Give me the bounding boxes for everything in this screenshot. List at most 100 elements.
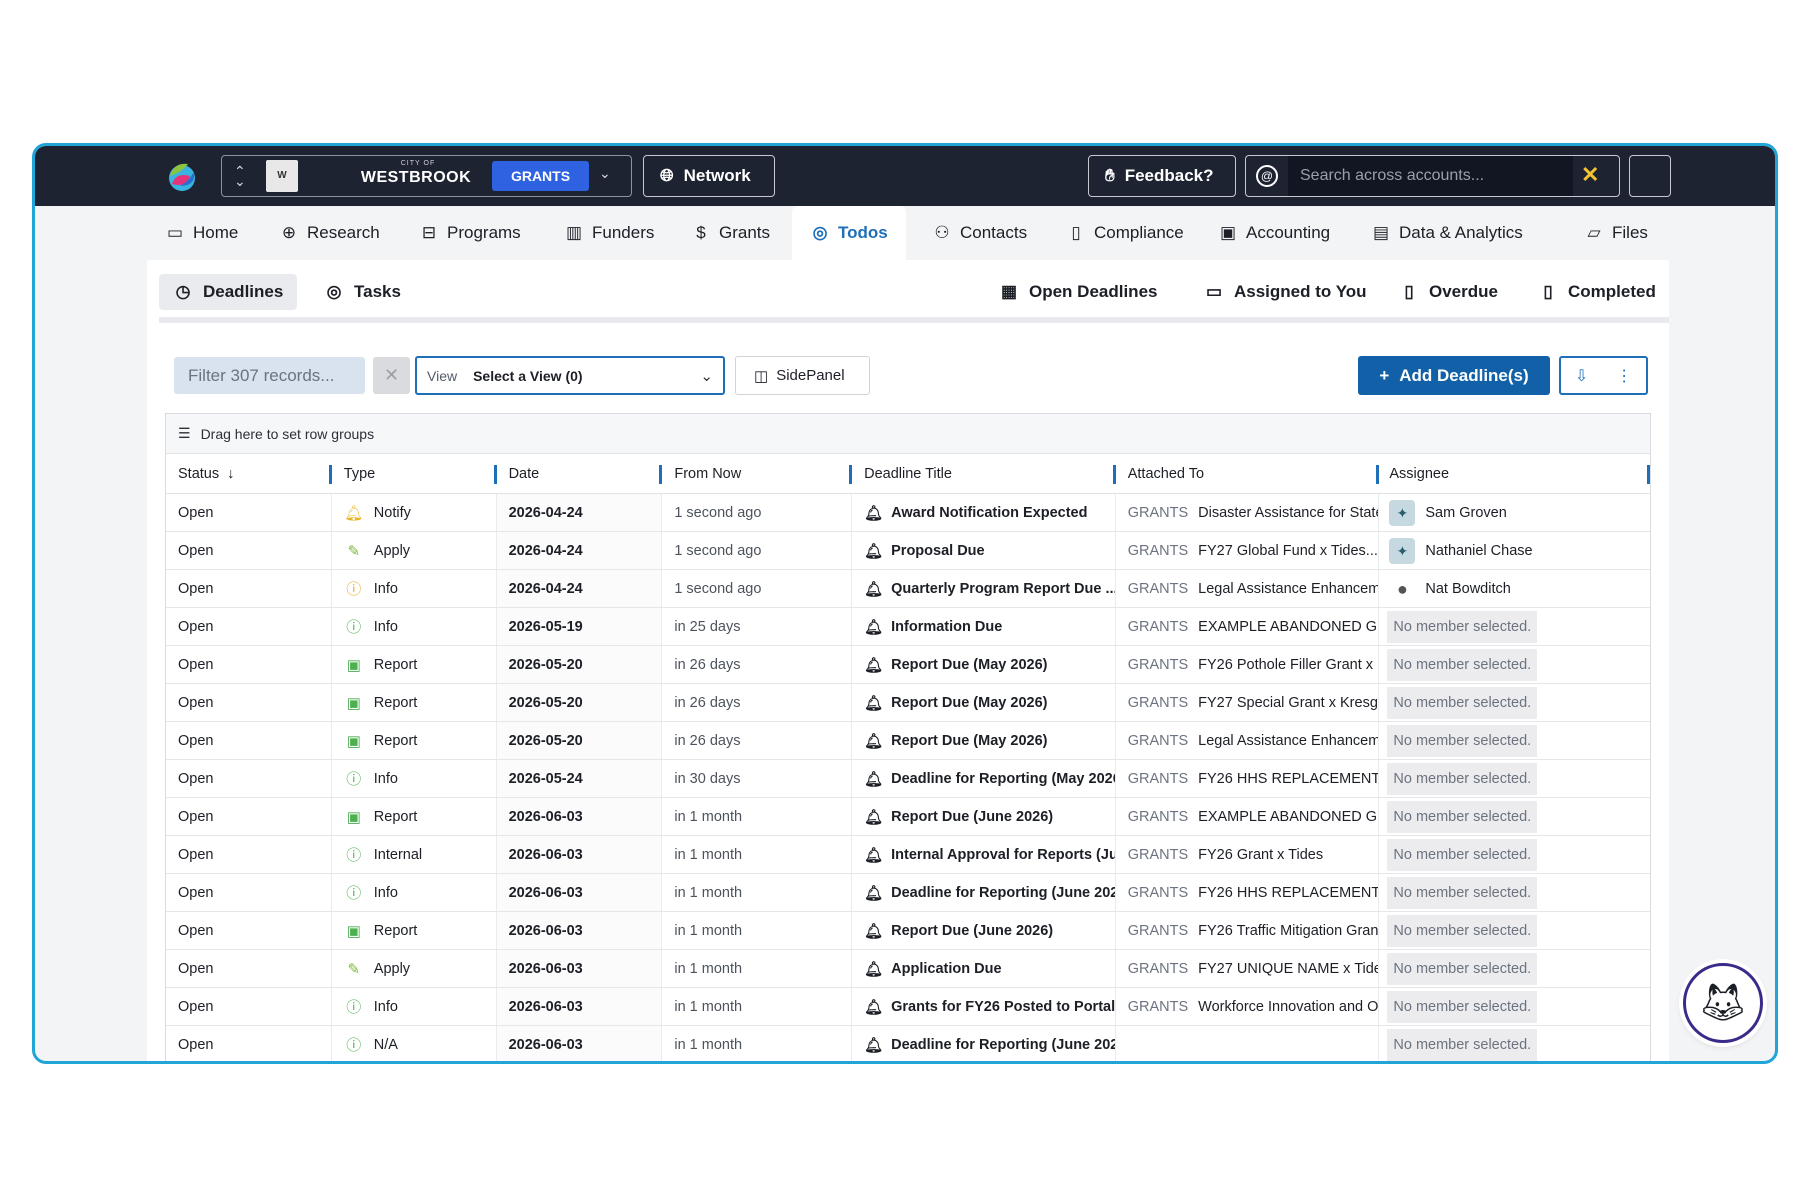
nav-files[interactable]: ▱ Files (1584, 206, 1647, 260)
attached-to-cell[interactable]: GRANTS Disaster Assistance for State (1116, 494, 1380, 531)
assistant-fox-button[interactable]: 🦊︎ (1683, 963, 1763, 1043)
assignee-cell[interactable]: No member selected. (1379, 912, 1650, 949)
table-row[interactable]: Open ▣ Report 2026-05-20 in 26 days 🔔︎ Report … (166, 646, 1650, 684)
title-cell[interactable]: 🔔︎ Application Due (852, 950, 1116, 987)
title-cell[interactable]: 🔔︎ Report Due (May 2026) (852, 646, 1116, 683)
assignee-cell[interactable]: ● Nat Bowditch (1379, 570, 1650, 607)
user-avatar[interactable] (1629, 155, 1671, 197)
title-cell[interactable]: 🔔︎ Report Due (May 2026) (852, 722, 1116, 759)
column-header-title[interactable]: Deadline Title (852, 454, 1116, 493)
tab-tasks[interactable]: ◎ Tasks (310, 274, 415, 310)
clear-search-icon[interactable]: ✕ (1581, 162, 1599, 188)
attached-to-cell[interactable]: GRANTS FY27 UNIQUE NAME x Tides (1116, 950, 1380, 987)
title-cell[interactable]: 🔔︎ Grants for FY26 Posted to Portal (852, 988, 1116, 1025)
table-row[interactable]: Open ⓘ Internal 2026-06-03 in 1 month 🔔︎ Inter… (166, 836, 1650, 874)
title-cell[interactable]: 🔔︎ Report Due (June 2026) (852, 912, 1116, 949)
column-header-date[interactable]: Date (496, 454, 663, 493)
chevron-down-icon[interactable]: ⌄ (599, 165, 611, 182)
assignee-cell[interactable]: No member selected. (1379, 836, 1650, 873)
assignee-cell[interactable]: No member selected. (1379, 988, 1650, 1025)
attached-to-cell[interactable]: GRANTS FY26 Traffic Mitigation Grant (1116, 912, 1380, 949)
assignee-cell[interactable]: No member selected. (1379, 684, 1650, 721)
column-header-assignee[interactable]: Assignee (1379, 454, 1650, 493)
export-menu[interactable]: ⇩ ⋮ (1559, 356, 1648, 395)
sidepanel-button[interactable]: ◫ SidePanel (735, 356, 870, 395)
cloud-download-icon[interactable]: ⇩ (1575, 366, 1588, 386)
attached-to-cell[interactable]: GRANTS Legal Assistance Enhancement (1116, 722, 1380, 759)
table-row[interactable]: Open ▣ Report 2026-05-20 in 26 days 🔔︎ Report … (166, 722, 1650, 760)
add-deadline-button[interactable]: + Add Deadline(s) (1358, 356, 1550, 395)
title-cell[interactable]: 🔔︎ Deadline for Reporting (June 2026) (852, 1026, 1116, 1061)
table-row[interactable]: Open ✎ Apply 2026-06-03 in 1 month 🔔︎ Applicat… (166, 950, 1650, 988)
more-vertical-icon[interactable]: ⋮ (1616, 366, 1632, 386)
table-row[interactable]: Open ⓘ N/A 2026-06-03 in 1 month 🔔︎ Deadline f… (166, 1026, 1650, 1061)
filter-input[interactable]: Filter 307 records... (174, 357, 365, 394)
table-row[interactable]: Open ⓘ Info 2026-06-03 in 1 month 🔔︎ Deadline … (166, 874, 1650, 912)
attached-to-cell[interactable]: GRANTS FY27 Global Fund x Tides... (1116, 532, 1380, 569)
view-select[interactable]: View Select a View (0) ⌄ (415, 356, 725, 395)
grants-badge[interactable]: GRANTS (492, 161, 589, 191)
assignee-cell[interactable]: No member selected. (1379, 798, 1650, 835)
assignee-cell[interactable]: ✦ Nathaniel Chase (1379, 532, 1650, 569)
column-header-type[interactable]: Type (332, 454, 497, 493)
title-cell[interactable]: 🔔︎ Report Due (June 2026) (852, 798, 1116, 835)
attached-to-cell[interactable]: GRANTS FY26 Pothole Filler Grant x (1116, 646, 1380, 683)
assignee-cell[interactable]: No member selected. (1379, 874, 1650, 911)
nav-todos[interactable]: ◎ Todos (792, 206, 906, 260)
filter-overdue[interactable]: ▯ Overdue (1399, 274, 1498, 310)
attached-to-cell[interactable]: GRANTS FY26 HHS REPLACEMENT... (1116, 760, 1380, 797)
assignee-cell[interactable]: No member selected. (1379, 760, 1650, 797)
table-row[interactable]: Open ▣ Report 2026-06-03 in 1 month 🔔︎ Report … (166, 912, 1650, 950)
clear-filter-button[interactable]: ✕ (373, 357, 410, 394)
filter-assigned-to-you[interactable]: ▭ Assigned to You (1204, 274, 1367, 310)
table-row[interactable]: Open 🔔︎ Notify 2026-04-24 1 second ago 🔔︎ Awar… (166, 494, 1650, 532)
search-input[interactable]: Search across accounts... (1288, 156, 1573, 196)
column-header-status[interactable]: Status ↓ (166, 454, 332, 493)
assignee-cell[interactable]: ✦ Sam Groven (1379, 494, 1650, 531)
title-cell[interactable]: 🔔︎ Information Due (852, 608, 1116, 645)
title-cell[interactable]: 🔔︎ Proposal Due (852, 532, 1116, 569)
table-row[interactable]: Open ▣ Report 2026-06-03 in 1 month 🔔︎ Report … (166, 798, 1650, 836)
sort-down-icon[interactable]: ↓ (227, 466, 234, 482)
title-cell[interactable]: 🔔︎ Report Due (May 2026) (852, 684, 1116, 721)
table-row[interactable]: Open ✎ Apply 2026-04-24 1 second ago 🔔︎ Propos… (166, 532, 1650, 570)
network-button[interactable]: 🌐︎ Network (643, 155, 775, 197)
attached-to-cell[interactable]: GRANTS FY26 HHS REPLACEMENT... (1116, 874, 1380, 911)
assignee-cell[interactable]: No member selected. (1379, 608, 1650, 645)
column-header-from-now[interactable]: From Now (662, 454, 852, 493)
assignee-cell[interactable]: No member selected. (1379, 646, 1650, 683)
assignee-cell[interactable]: No member selected. (1379, 722, 1650, 759)
nav-research[interactable]: ⊕ Research (279, 206, 380, 260)
column-header-attached-to[interactable]: Attached To (1116, 454, 1380, 493)
global-search[interactable]: @ Search across accounts... ✕ (1245, 155, 1620, 197)
title-cell[interactable]: 🔔︎ Deadline for Reporting (May 2026) (852, 760, 1116, 797)
filter-completed[interactable]: ▯ Completed (1538, 274, 1656, 310)
nav-grants[interactable]: $ Grants (691, 206, 770, 260)
title-cell[interactable]: 🔔︎ Quarterly Program Report Due ... (852, 570, 1116, 607)
feedback-button[interactable]: ✋︎ Feedback? (1088, 155, 1236, 197)
nav-funders[interactable]: ▥ Funders (564, 206, 654, 260)
attached-to-cell[interactable]: GRANTS FY26 Grant x Tides (1116, 836, 1380, 873)
row-group-drop-zone[interactable]: ☰ Drag here to set row groups (166, 414, 1650, 454)
nav-home[interactable]: ▭ Home (165, 206, 238, 260)
attached-to-cell[interactable]: GRANTS EXAMPLE ABANDONED GRANT (1116, 608, 1380, 645)
table-row[interactable]: Open ⓘ Info 2026-06-03 in 1 month 🔔︎ Grants fo… (166, 988, 1650, 1026)
account-switcher[interactable]: ⌃ ⌄ W CITY OF WESTBROOK GRANTS ⌄ (221, 155, 632, 197)
nav-contacts[interactable]: ⚇ Contacts (932, 206, 1027, 260)
attached-to-cell[interactable]: GRANTS EXAMPLE ABANDONED GRANT (1116, 798, 1380, 835)
table-row[interactable]: Open ⓘ Info 2026-04-24 1 second ago 🔔︎ Quarter… (166, 570, 1650, 608)
assignee-cell[interactable]: No member selected. (1379, 1026, 1650, 1061)
title-cell[interactable]: 🔔︎ Internal Approval for Reports (June (852, 836, 1116, 873)
tab-deadlines[interactable]: ◷ Deadlines (159, 274, 298, 310)
assignee-cell[interactable]: No member selected. (1379, 950, 1650, 987)
nav-compliance[interactable]: ▯ Compliance (1066, 206, 1183, 260)
attached-to-cell[interactable] (1116, 1026, 1380, 1061)
app-logo-icon[interactable] (162, 156, 202, 196)
filter-open-deadlines[interactable]: ▦ Open Deadlines (999, 274, 1158, 310)
title-cell[interactable]: 🔔︎ Award Notification Expected (852, 494, 1116, 531)
table-row[interactable]: Open ⓘ Info 2026-05-19 in 25 days 🔔︎ Informati… (166, 608, 1650, 646)
title-cell[interactable]: 🔔︎ Deadline for Reporting (June 2026) (852, 874, 1116, 911)
nav-accounting[interactable]: ▣ Accounting (1218, 206, 1330, 260)
table-row[interactable]: Open ▣ Report 2026-05-20 in 26 days 🔔︎ Report … (166, 684, 1650, 722)
attached-to-cell[interactable]: GRANTS Legal Assistance Enhancement (1116, 570, 1380, 607)
